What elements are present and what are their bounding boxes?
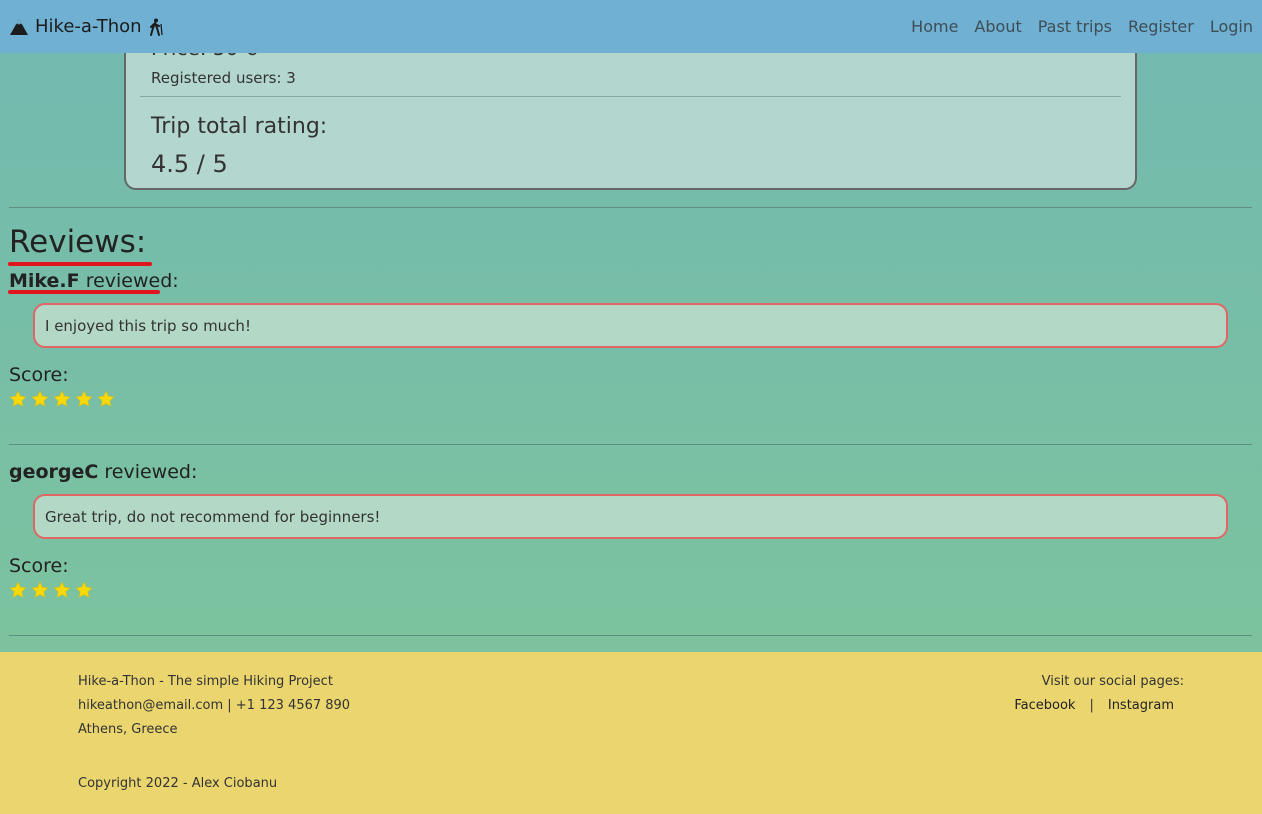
star-icon (97, 390, 115, 407)
social-title: Visit our social pages: (1041, 674, 1184, 689)
reviews-heading: Reviews: (9, 224, 147, 260)
score-label: Score: (9, 555, 69, 577)
nav-links: Home About Past trips Register Login (911, 17, 1253, 36)
hiker-icon (149, 18, 163, 36)
instagram-link[interactable]: Instagram (1108, 698, 1174, 713)
reviewer-name: Mike.F (9, 270, 80, 292)
star-icon (9, 581, 27, 598)
nav-register[interactable]: Register (1128, 17, 1194, 36)
star-rating (9, 581, 93, 599)
nav-login[interactable]: Login (1210, 17, 1253, 36)
star-icon (75, 390, 93, 407)
review-text: Great trip, do not recommend for beginne… (45, 507, 381, 526)
footer: Hike-a-Thon - The simple Hiking Project … (0, 652, 1262, 814)
trip-rating-value: 4.5 / 5 (151, 150, 228, 178)
card-divider (140, 96, 1121, 97)
star-icon (31, 581, 49, 598)
nav-home[interactable]: Home (911, 17, 958, 36)
social-links: Facebook | Instagram (1014, 698, 1174, 713)
score-label: Score: (9, 364, 69, 386)
nav-past-trips[interactable]: Past trips (1038, 17, 1112, 36)
star-icon (75, 581, 93, 598)
reviewer-underline (8, 290, 160, 294)
reviewer-header: georgeC reviewed: (9, 461, 197, 483)
review-text-box: I enjoyed this trip so much! (33, 303, 1228, 348)
footer-contact: hikeathon@email.com | +1 123 4567 890 (78, 698, 351, 713)
review-divider (9, 444, 1252, 445)
mountain-icon (10, 18, 28, 35)
registered-users: Registered users: 3 (151, 69, 296, 87)
reviewed-label: reviewed: (85, 270, 179, 292)
footer-location: Athens, Greece (78, 722, 178, 737)
star-icon (9, 390, 27, 407)
star-rating (9, 390, 115, 408)
star-icon (53, 390, 71, 407)
trip-card: Price: 50 € Registered users: 3 Trip tot… (124, 30, 1137, 190)
brand-name: Hike-a-Thon (35, 16, 142, 37)
trip-rating-title: Trip total rating: (151, 114, 328, 139)
navbar: Hike-a-Thon Home About Past trips Regist… (0, 0, 1262, 53)
heading-underline (8, 262, 152, 266)
social-separator: | (1089, 698, 1094, 713)
star-icon (53, 581, 71, 598)
footer-project: Hike-a-Thon - The simple Hiking Project (78, 674, 333, 689)
review-text-box: Great trip, do not recommend for beginne… (33, 494, 1228, 539)
nav-about[interactable]: About (974, 17, 1021, 36)
footer-copyright: Copyright 2022 - Alex Ciobanu (78, 776, 278, 791)
brand-link[interactable]: Hike-a-Thon (9, 16, 164, 37)
review-divider (9, 635, 1252, 636)
reviewer-header: Mike.F reviewed: (9, 270, 179, 292)
review-text: I enjoyed this trip so much! (45, 316, 251, 335)
facebook-link[interactable]: Facebook (1014, 698, 1075, 713)
reviewed-label: reviewed: (104, 461, 198, 483)
section-divider (9, 207, 1252, 208)
star-icon (31, 390, 49, 407)
reviewer-name: georgeC (9, 461, 99, 483)
